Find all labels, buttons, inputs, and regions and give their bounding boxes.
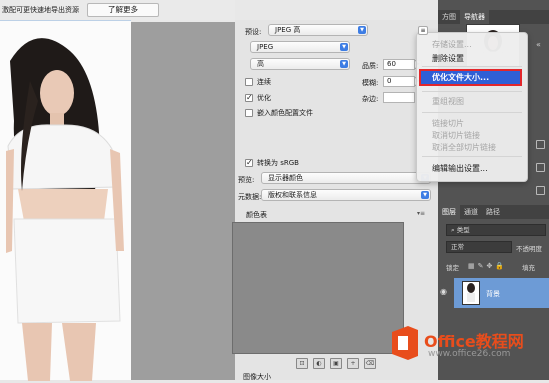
trash-icon[interactable]: ⌫ — [364, 358, 376, 369]
chevron-down-icon: ▼ — [421, 191, 429, 199]
portrait-photo — [6, 38, 124, 381]
quality-level-select[interactable]: 高 ▼ — [250, 58, 350, 70]
menu-item-unlink-slices[interactable]: 取消切片链接 — [432, 130, 480, 141]
map-color-icon[interactable]: ⊡ — [296, 358, 308, 369]
tool-icon[interactable] — [536, 186, 545, 195]
blur-label: 模糊: — [362, 79, 379, 87]
lock-color-icon[interactable]: ▣ — [330, 358, 342, 369]
layer-thumbnail-image — [467, 283, 475, 302]
quality-input[interactable]: 60 — [383, 59, 415, 70]
menu-item-optimize-file-size[interactable]: 优化文件大小... — [432, 72, 489, 83]
matte-input[interactable] — [383, 92, 415, 103]
color-table-label: 颜色表 — [246, 211, 267, 219]
collapse-icon[interactable]: « — [536, 40, 541, 49]
menu-item-repopulate-views[interactable]: 重组视图 — [432, 96, 464, 107]
color-table-toolbar: ⊡ ◐ ▣ + ⌫ — [296, 358, 376, 369]
chevron-down-icon: ▼ — [358, 26, 366, 34]
tab-paths[interactable]: 路径 — [482, 205, 504, 219]
menu-separator — [422, 66, 522, 67]
layers-tabs: 图层 通道 路径 — [438, 205, 549, 219]
menu-item-delete-settings[interactable]: 删除设置 — [432, 53, 464, 64]
tab-navigator[interactable]: 导航器 — [460, 10, 489, 24]
lock-icons[interactable]: ▦✎✥🔒 — [468, 262, 507, 270]
preview-gray-area — [131, 22, 235, 380]
embed-profile-label: 嵌入颜色配置文件 — [257, 109, 313, 117]
layer-thumbnail — [462, 281, 480, 305]
optimized-checkbox[interactable]: ✓ — [245, 94, 253, 102]
chevron-down-icon: ▼ — [340, 60, 348, 68]
watermark-url: www.office26.com — [428, 349, 511, 359]
navigator-tabs: 方图 导航器 — [438, 10, 549, 24]
preview-value: 显示器颜色 — [268, 174, 303, 182]
info-text: 激配可更快速地导出资源 — [2, 6, 79, 14]
metadata-value: 版权和联系信息 — [268, 191, 317, 199]
image-preview — [0, 20, 131, 381]
menu-separator — [422, 156, 522, 157]
tool-icon[interactable] — [536, 140, 545, 149]
watermark: Office教程网 www.office26.com — [388, 318, 549, 380]
panel-menu-icon[interactable]: ≡ — [418, 26, 428, 35]
kind-filter-value: 类型 — [456, 226, 470, 234]
learn-more-button[interactable]: 了解更多 — [87, 3, 159, 17]
menu-item-link-slices[interactable]: 链接切片 — [432, 118, 464, 129]
blur-input[interactable]: 0 — [383, 76, 415, 87]
optimized-label: 优化 — [257, 94, 271, 102]
preview-label: 预览: — [238, 176, 255, 184]
menu-separator — [422, 91, 522, 92]
matte-label: 杂边: — [362, 95, 379, 103]
eye-icon[interactable]: ◉ — [440, 287, 450, 297]
progressive-label: 连续 — [257, 78, 271, 86]
tool-strip — [536, 140, 545, 195]
fill-label: 填充 — [522, 264, 535, 272]
tool-icon[interactable] — [536, 163, 545, 172]
color-table — [232, 222, 404, 354]
preset-value: JPEG 高 — [275, 26, 301, 34]
menu-item-save-settings[interactable]: 存储设置... — [432, 39, 472, 50]
layer-kind-filter[interactable]: ⌕ 类型 — [446, 224, 546, 236]
progressive-checkbox[interactable] — [245, 78, 253, 86]
chevron-down-icon: ▼ — [340, 43, 348, 51]
format-value: JPEG — [257, 43, 274, 51]
menu-item-unlink-all-slices[interactable]: 取消全部切片链接 — [432, 142, 496, 153]
tab-histogram[interactable]: 方图 — [438, 10, 460, 24]
convert-srgb-checkbox[interactable]: ✓ — [245, 159, 253, 167]
web-shift-icon[interactable]: ◐ — [313, 358, 325, 369]
quality-level-value: 高 — [257, 60, 264, 68]
layer-name: 背景 — [486, 290, 500, 298]
tab-channels[interactable]: 通道 — [460, 205, 482, 219]
metadata-label: 元数据: — [238, 193, 262, 201]
settings-menu-items: 存储设置... 删除设置 优化文件大小... 重组视图 链接切片 取消切片链接 … — [416, 32, 528, 182]
convert-srgb-label: 转换为 sRGB — [257, 159, 299, 167]
preview-select[interactable]: 显示器颜色 ▼ — [261, 172, 431, 184]
preset-label: 预设: — [245, 28, 262, 36]
image-size-label: 图像大小 — [243, 373, 271, 381]
blend-mode-value: 正常 — [451, 243, 464, 251]
metadata-select[interactable]: 版权和联系信息 ▼ — [261, 189, 431, 201]
preset-select[interactable]: JPEG 高 ▼ — [268, 24, 368, 36]
opacity-label: 不透明度 — [516, 245, 542, 253]
format-select[interactable]: JPEG ▼ — [250, 41, 350, 53]
tab-layers[interactable]: 图层 — [438, 205, 460, 219]
lock-label: 锁定 — [446, 264, 459, 272]
menu-item-edit-output-settings[interactable]: 编辑输出设置... — [432, 163, 488, 174]
new-color-icon[interactable]: + — [347, 358, 359, 369]
quality-label: 品质: — [362, 62, 379, 70]
embed-profile-checkbox[interactable] — [245, 109, 253, 117]
color-table-menu-icon[interactable]: ▾≡ — [417, 210, 425, 217]
office-logo-icon — [392, 326, 418, 360]
menu-separator — [422, 112, 522, 113]
blend-mode-select[interactable]: 正常 — [446, 241, 512, 253]
